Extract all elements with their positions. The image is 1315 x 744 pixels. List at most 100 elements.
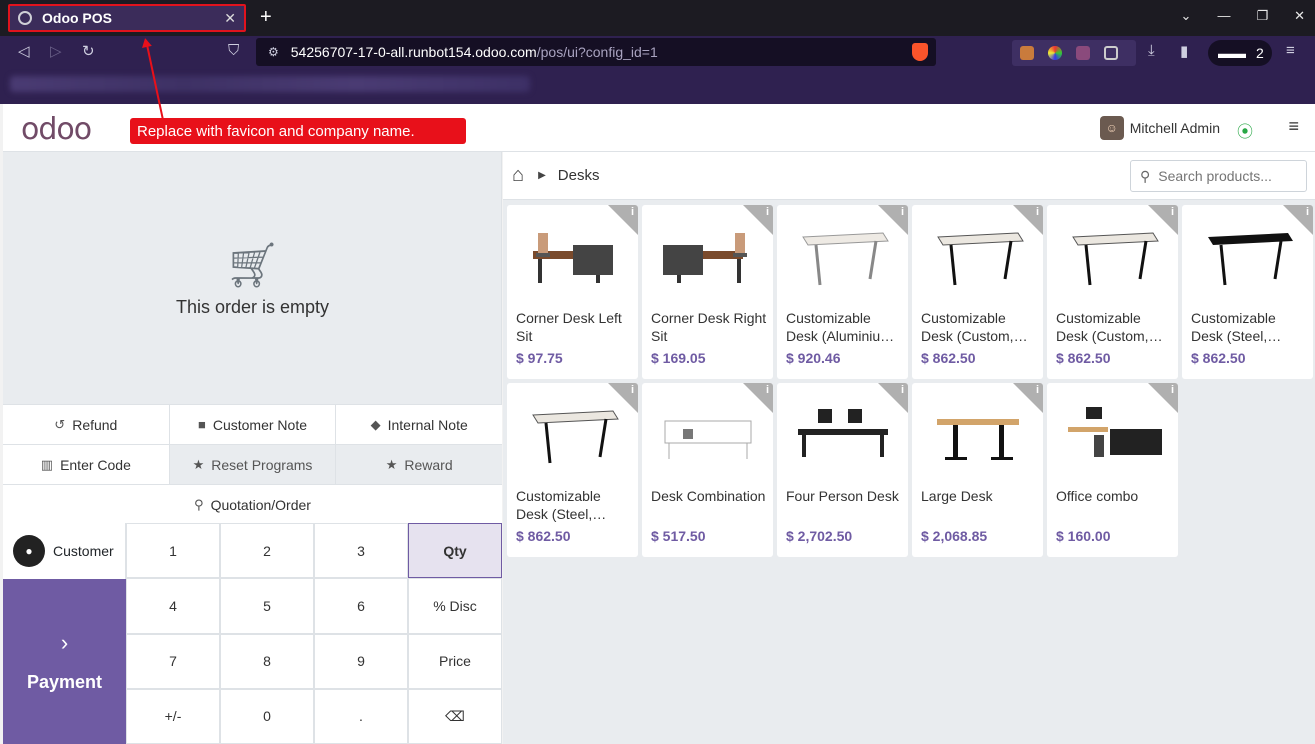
key-8[interactable]: 8 [220,633,314,689]
product-card[interactable]: i Desk Combination $ 517.50 [642,383,773,557]
key-price[interactable]: Price [408,633,502,689]
menu-icon[interactable]: ≡ [1288,116,1299,137]
product-price: $ 2,702.50 [786,528,853,544]
reset-programs-button[interactable]: ★ Reset Programs [169,445,337,484]
key-plus-minus[interactable]: +/- [126,688,220,744]
customer-note-label: Customer Note [212,416,308,433]
home-icon[interactable]: ⌂ [512,164,524,187]
search-box[interactable]: ⚲ [1130,160,1307,192]
link-icon: ⚲ [194,496,204,512]
star-icon: ★ [192,456,205,472]
key-2[interactable]: 2 [220,523,314,579]
info-icon[interactable]: i [766,384,769,396]
product-card[interactable]: i Customizable Desk (Custom,… $ 862.50 [912,205,1043,379]
enter-code-button[interactable]: ▥ Enter Code [3,445,170,484]
key-4[interactable]: 4 [126,578,220,634]
key-3[interactable]: 3 [314,523,408,579]
product-card[interactable]: i Four Person Desk $ 2,702.50 [777,383,908,557]
control-buttons: ↺ Refund ■ Customer Note ◆ Internal Note ▥ E… [3,404,503,524]
quotation-order-label: Quotation/Order [210,496,311,513]
key-7[interactable]: 7 [126,633,220,689]
product-card[interactable]: i Corner Desk Left Sit $ 97.75 [507,205,638,379]
minimize-icon[interactable]: — [1217,8,1230,24]
product-card[interactable]: i Office combo $ 160.00 [1047,383,1178,557]
brave-shield-icon[interactable] [912,43,928,61]
key-1[interactable]: 1 [126,523,220,579]
bookmarks-bar [0,68,1315,104]
info-icon[interactable]: i [1171,206,1174,218]
annotation-callout: Replace with favicon and company name. [130,118,466,144]
url-path: /pos/ui?config_id=1 [536,44,658,60]
puzzle-icon[interactable] [1104,46,1118,60]
download-icon[interactable]: ⤓ [1148,42,1155,59]
product-card[interactable]: i Customizable Desk (Steel,… $ 862.50 [1182,205,1313,379]
browser-tab[interactable]: Odoo POS ✕ [8,4,246,32]
tab-list-icon[interactable]: ⌄ [1181,8,1192,24]
key-9[interactable]: 9 [314,633,408,689]
product-card[interactable]: i Customizable Desk (Aluminiu… $ 920.46 [777,205,908,379]
product-name: Large Desk [921,488,993,504]
user-menu[interactable]: ☺ Mitchell Admin [1099,116,1220,140]
key-0[interactable]: 0 [220,688,314,744]
products-pane: ⌂ ▶ Desks ⚲ i Corner Desk Left Sit $ 97.75… [503,152,1315,744]
reward-button[interactable]: ★ Reward [336,445,503,484]
info-icon[interactable]: i [1036,206,1039,218]
refund-button[interactable]: ↺ Refund [3,405,170,444]
site-settings-icon[interactable]: ⚙ [268,45,279,59]
key-6[interactable]: 6 [314,578,408,634]
key-backspace[interactable]: ⌫ [408,688,502,744]
product-card[interactable]: i Customizable Desk (Custom,… $ 862.50 [1047,205,1178,379]
key-5[interactable]: 5 [220,578,314,634]
extension-icon[interactable] [1020,46,1034,60]
sidebar-icon[interactable]: ▮ [1180,42,1188,60]
extension-x-icon[interactable] [1076,46,1090,60]
info-icon[interactable]: i [631,384,634,396]
product-price: $ 2,068.85 [921,528,988,544]
product-card[interactable]: i Large Desk $ 2,068.85 [912,383,1043,557]
info-icon[interactable]: i [901,206,904,218]
product-card[interactable]: i Corner Desk Right Sit $ 169.05 [642,205,773,379]
new-tab-button[interactable]: + [260,6,272,29]
browser-menu-icon[interactable]: ≡ [1286,42,1295,59]
info-icon[interactable]: i [1171,384,1174,396]
product-price: $ 862.50 [1056,350,1111,366]
bookmark-icon[interactable]: ⛉ [228,42,239,59]
breadcrumb-category[interactable]: Desks [558,167,600,184]
payment-label: Payment [26,672,103,692]
reload-icon[interactable]: ↻ [82,42,95,60]
search-input[interactable] [1158,168,1289,184]
info-icon[interactable]: i [901,384,904,396]
customer-note-button[interactable]: ■ Customer Note [170,405,337,444]
info-icon[interactable]: i [631,206,634,218]
close-window-icon[interactable]: ✕ [1294,8,1305,24]
avatar: ☺ [1099,116,1124,140]
product-name: Customizable Desk (Steel,… [516,488,607,522]
user-icon: ● [13,535,45,567]
info-icon[interactable]: i [1036,384,1039,396]
info-icon[interactable]: i [766,206,769,218]
key-discount[interactable]: % Disc [408,578,502,634]
browser-nav-bar: ◁ ▷ ↻ ⛉ ⚙ 54256707-17-0-all.runbot154.od… [0,36,1315,68]
caret-right-icon: ▶ [538,170,546,181]
forward-icon[interactable]: ▷ [50,42,62,60]
profile-button[interactable]: ▬▬ 2 [1208,40,1272,66]
address-bar[interactable]: ⚙ 54256707-17-0-all.runbot154.odoo.com/p… [256,38,936,66]
color-extension-icon[interactable] [1048,46,1062,60]
key-qty[interactable]: Qty [408,523,502,579]
internal-note-button[interactable]: ◆ Internal Note [336,405,502,444]
back-icon[interactable]: ◁ [18,42,30,60]
payment-button[interactable]: › Payment [3,579,126,744]
product-card[interactable]: i Customizable Desk (Steel,… $ 862.50 [507,383,638,557]
refund-label: Refund [72,416,118,433]
key-decimal[interactable]: . [314,688,408,744]
product-name: Customizable Desk (Steel,… [1191,310,1282,344]
user-name: Mitchell Admin [1129,120,1220,136]
note-icon: ■ [198,417,206,432]
barcode-icon: ▥ [40,456,54,472]
info-icon[interactable]: i [1306,206,1309,218]
product-name: Customizable Desk (Custom,… [1056,310,1163,344]
tab-close-button[interactable]: ✕ [224,10,236,27]
customer-button[interactable]: ● Customer [3,523,126,579]
quotation-order-button[interactable]: ⚲ Quotation/Order [3,485,502,524]
maximize-icon[interactable]: ❐ [1256,8,1268,24]
